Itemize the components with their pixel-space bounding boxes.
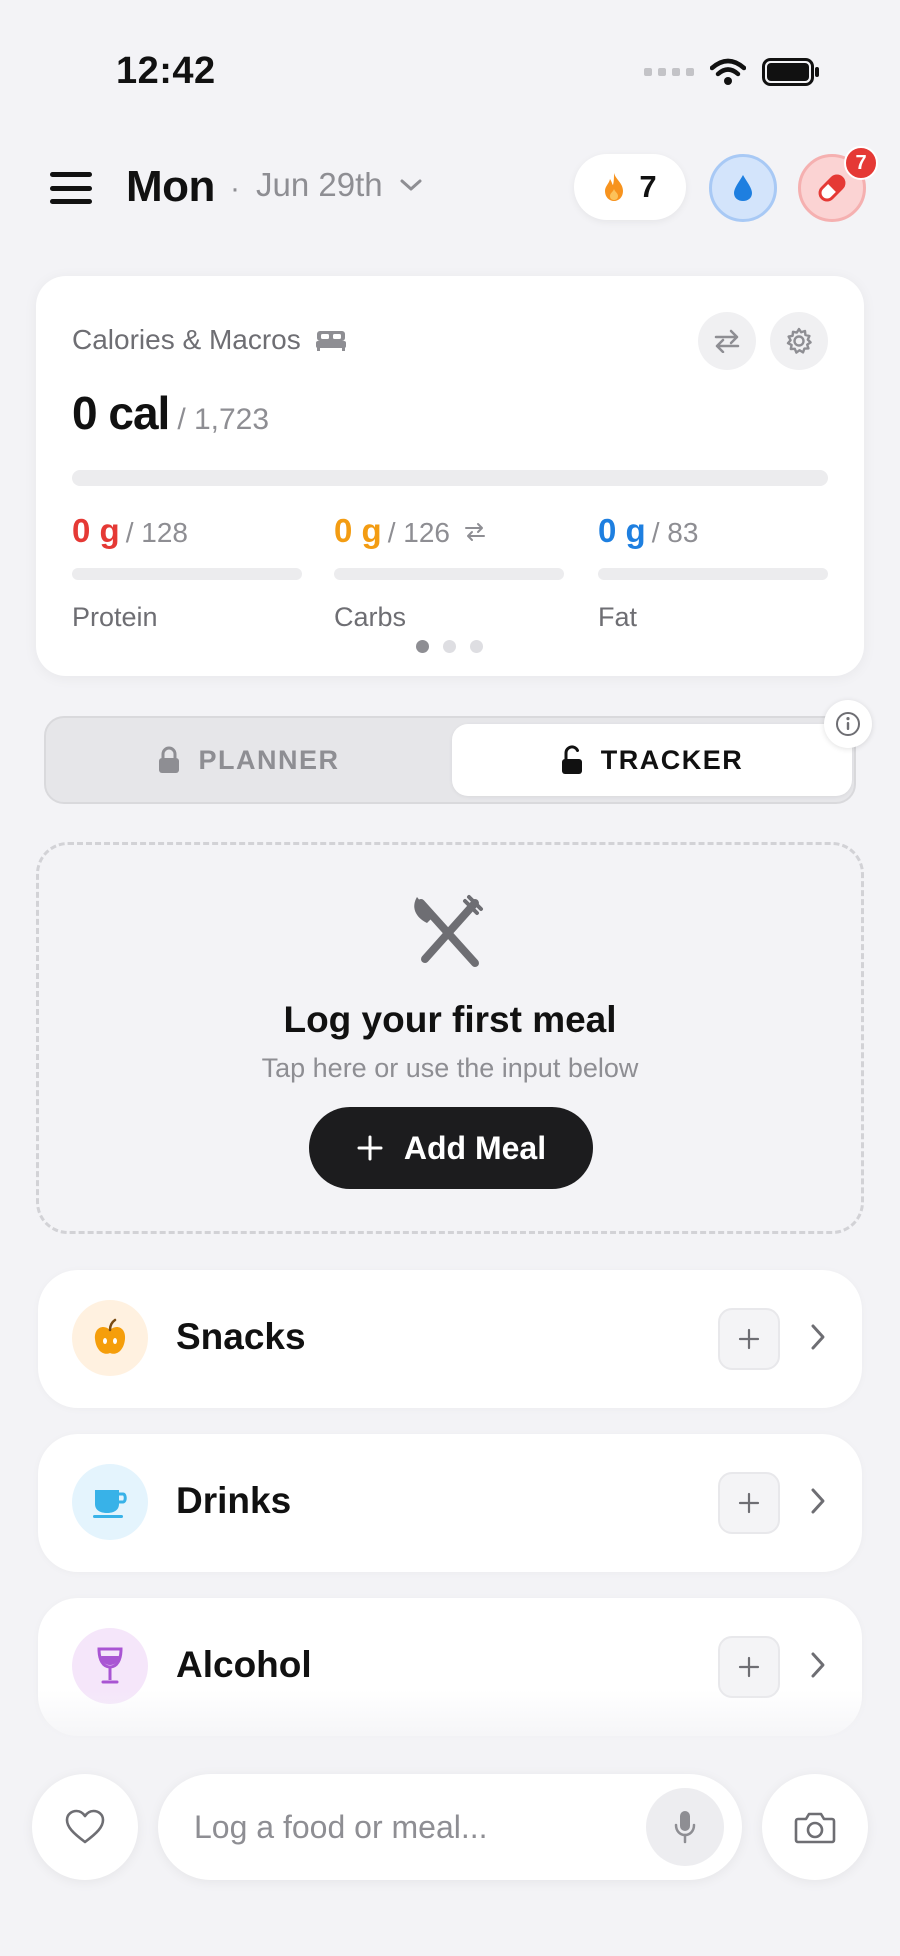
card-title: Calories & Macros — [72, 324, 347, 356]
pill-icon — [818, 174, 846, 202]
plus-icon — [357, 1135, 383, 1161]
date-text: Jun 29th — [256, 166, 383, 203]
plus-icon — [738, 1656, 760, 1678]
heart-icon — [65, 1809, 105, 1844]
date-separator: · — [230, 172, 240, 205]
tab-planner[interactable]: PLANNER — [46, 718, 452, 802]
lock-closed-icon — [159, 746, 180, 773]
water-button[interactable] — [709, 154, 777, 222]
protein-label: Protein — [72, 602, 158, 632]
date-picker[interactable]: Jun 29th — [256, 166, 423, 204]
fat-label: Fat — [598, 602, 638, 632]
fat-goal: / 83 — [651, 517, 699, 548]
page-indicator[interactable] — [416, 640, 483, 653]
category-label: Alcohol — [176, 1644, 312, 1685]
bed-icon — [315, 331, 346, 351]
protein-value: 0 g — [72, 512, 120, 549]
lock-open-icon — [561, 745, 582, 774]
plus-icon — [738, 1328, 760, 1350]
cellular-signal-icon — [644, 68, 694, 76]
drinks-icon-badge — [72, 1464, 148, 1540]
microphone-icon — [674, 1811, 696, 1844]
tab-tracker[interactable]: TRACKER — [452, 724, 852, 796]
calories-goal: / 1,723 — [177, 403, 270, 436]
battery-icon — [762, 58, 819, 86]
macro-fat: 0 g/ 83 Fat — [598, 512, 828, 633]
camera-button[interactable] — [762, 1774, 868, 1880]
fat-progress-bar — [598, 568, 828, 580]
wifi-icon — [710, 58, 746, 85]
page-dot[interactable] — [470, 640, 483, 653]
fat-value: 0 g — [598, 512, 646, 549]
day-label: Mon — [126, 162, 215, 211]
page-dot[interactable] — [443, 640, 456, 653]
swap-small-icon[interactable] — [464, 522, 486, 542]
microphone-button[interactable] — [646, 1788, 724, 1866]
status-icons — [644, 58, 820, 86]
plus-icon — [738, 1492, 760, 1514]
info-button[interactable] — [824, 700, 872, 748]
pill-badge: 7 — [844, 146, 878, 180]
add-drink-button[interactable] — [718, 1472, 780, 1534]
page-dot[interactable] — [416, 640, 429, 653]
tab-planner-label: PLANNER — [198, 744, 340, 775]
settings-button[interactable] — [770, 312, 828, 370]
add-meal-label: Add Meal — [403, 1129, 547, 1166]
swap-button[interactable] — [698, 312, 756, 370]
camera-icon — [794, 1812, 836, 1844]
empty-state-subtitle: Tap here or use the input below — [261, 1053, 639, 1083]
calories-value: 0 cal — [72, 387, 170, 439]
flame-icon — [605, 173, 624, 201]
hamburger-icon[interactable] — [50, 172, 92, 204]
log-food-input[interactable] — [194, 1802, 634, 1852]
cutlery-icon — [414, 895, 483, 967]
chevron-right-icon[interactable] — [808, 1648, 828, 1682]
log-first-meal-area[interactable]: Log your first meal Tap here or use the … — [36, 842, 864, 1234]
tab-tracker-label: TRACKER — [600, 744, 744, 775]
macro-protein: 0 g/ 128 Protein — [72, 512, 302, 633]
category-label: Snacks — [176, 1316, 306, 1357]
chevron-right-icon[interactable] — [808, 1484, 828, 1518]
chevron-down-icon — [400, 179, 422, 191]
apple-icon — [94, 1318, 126, 1354]
calories-progress-bar — [72, 470, 828, 486]
card-title-text: Calories & Macros — [72, 324, 301, 355]
category-row-snacks[interactable]: Snacks — [38, 1270, 862, 1408]
category-label: Drinks — [176, 1480, 292, 1521]
status-time: 12:42 — [116, 50, 216, 92]
cup-icon — [93, 1490, 127, 1518]
gear-icon — [786, 327, 812, 354]
add-meal-button[interactable]: Add Meal — [309, 1107, 593, 1189]
category-row-drinks[interactable]: Drinks — [38, 1434, 862, 1572]
snacks-icon-badge — [72, 1300, 148, 1376]
calories-macros-card[interactable]: Calories & Macros 0 cal / 1,723 0 g/ 128 — [36, 276, 864, 676]
wine-glass-icon — [97, 1647, 123, 1684]
add-alcohol-button[interactable] — [718, 1636, 780, 1698]
protein-goal: / 128 — [125, 517, 188, 548]
add-snack-button[interactable] — [718, 1308, 780, 1370]
empty-state-title: Log your first meal — [283, 999, 617, 1040]
log-food-input-container — [158, 1774, 742, 1880]
carbs-progress-bar — [334, 568, 564, 580]
mode-toggle: PLANNER TRACKER — [44, 716, 856, 804]
carbs-value: 0 g — [334, 512, 382, 549]
streak-pill[interactable]: 7 — [574, 154, 686, 220]
water-drop-icon — [734, 175, 752, 201]
streak-count: 7 — [639, 169, 657, 204]
swap-arrows-icon — [714, 329, 740, 353]
carbs-label: Carbs — [334, 602, 407, 632]
protein-progress-bar — [72, 568, 302, 580]
carbs-goal: / 126 — [387, 517, 450, 548]
favorites-button[interactable] — [32, 1774, 138, 1880]
macro-carbs: 0 g/ 126 Carbs — [334, 512, 564, 633]
calories-line: 0 cal / 1,723 — [72, 386, 269, 440]
chevron-right-icon[interactable] — [808, 1320, 828, 1354]
info-icon — [836, 712, 860, 736]
